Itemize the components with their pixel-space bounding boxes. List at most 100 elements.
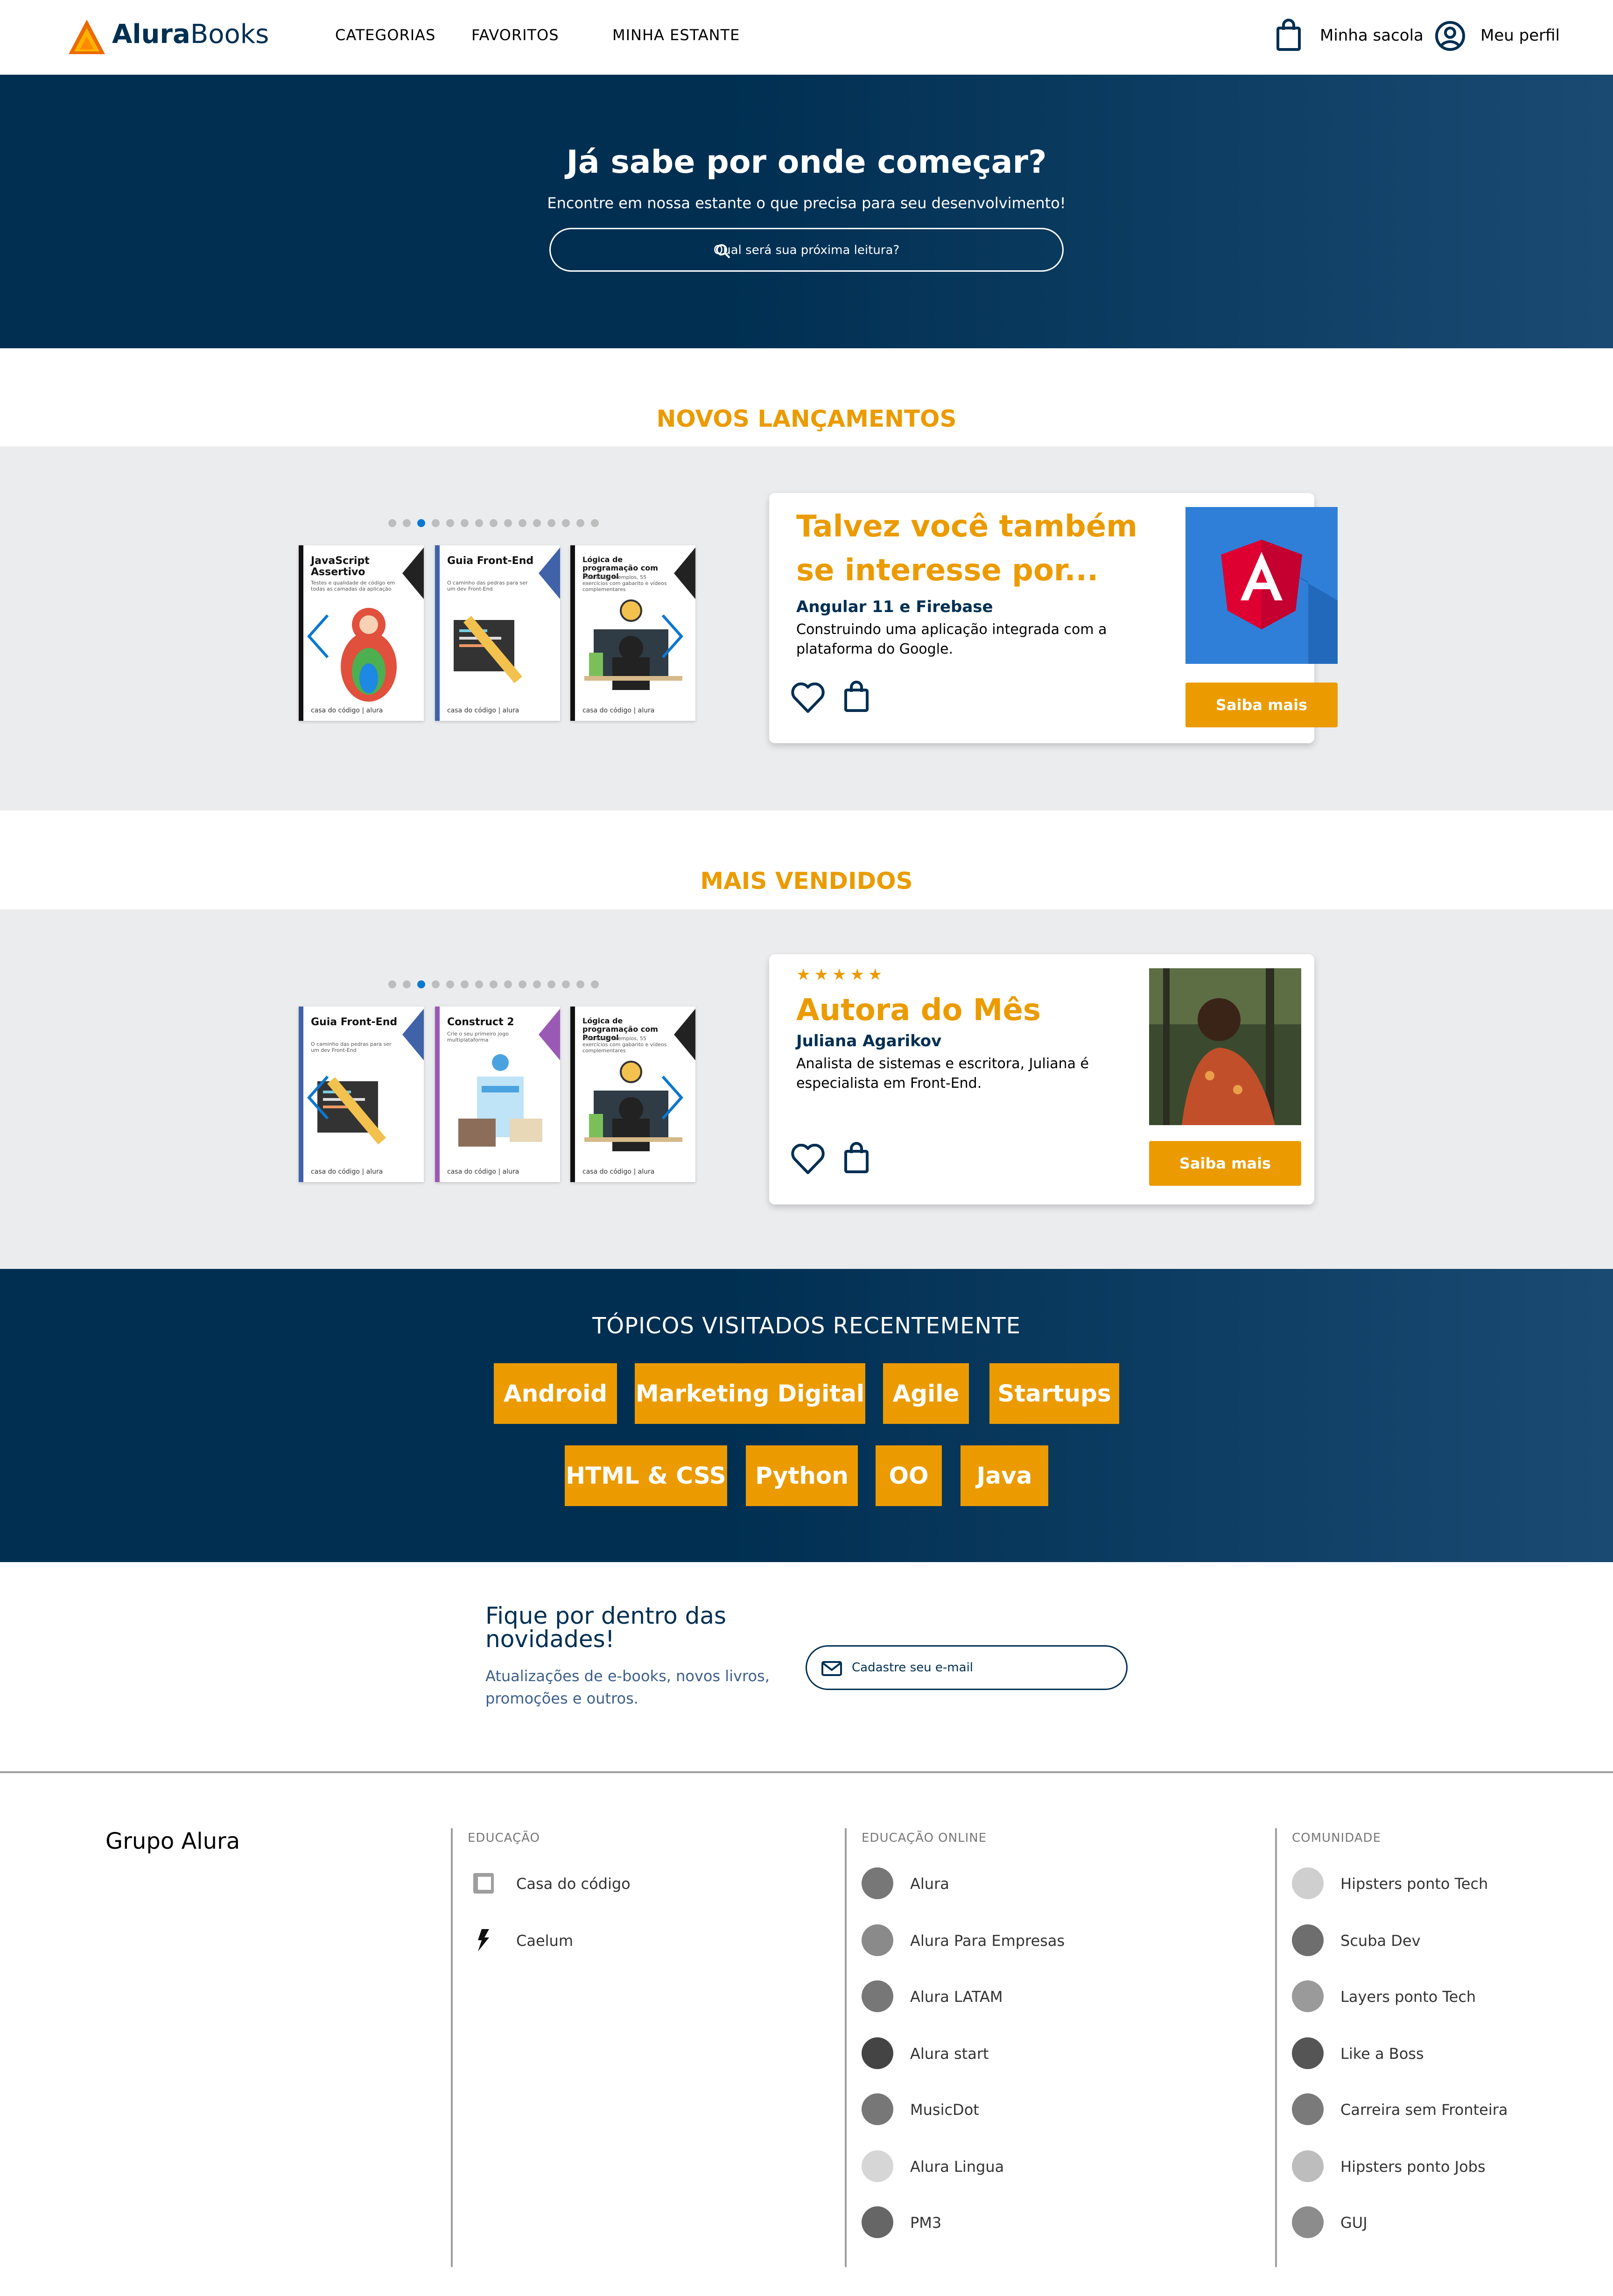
topic-tag[interactable]: Startups bbox=[989, 1363, 1119, 1424]
carousel-dot[interactable] bbox=[432, 980, 440, 988]
carousel-dot[interactable] bbox=[446, 519, 454, 527]
book-title: Construct 2 bbox=[447, 1016, 514, 1028]
topic-tag[interactable]: Java bbox=[961, 1445, 1048, 1506]
carousel-dot[interactable] bbox=[533, 519, 541, 527]
carousel-dot[interactable] bbox=[562, 980, 570, 988]
author-name: Juliana Agarikov bbox=[796, 1032, 942, 1050]
rating-stars-icon: ★★★★★ bbox=[796, 965, 886, 984]
newsletter-email-input[interactable]: Cadastre seu e-mail bbox=[806, 1645, 1128, 1690]
carousel-dot[interactable] bbox=[446, 980, 454, 988]
vendidos-carousel-dots[interactable] bbox=[388, 980, 599, 988]
hero-search-input[interactable]: Qual será sua próxima leitura? bbox=[549, 228, 1064, 272]
bag-link[interactable]: Minha sacola bbox=[1320, 26, 1424, 45]
shopping-bag-icon[interactable] bbox=[1276, 19, 1301, 51]
footer-heading-comunidade: COMUNIDADE bbox=[1292, 1831, 1381, 1845]
saiba-mais-button[interactable]: Saiba mais bbox=[1149, 1141, 1301, 1186]
alura-start-icon bbox=[862, 2037, 893, 2069]
chevron-right-icon[interactable] bbox=[658, 611, 686, 662]
angular-cover-image[interactable] bbox=[1185, 507, 1338, 664]
alura-lingua-icon bbox=[862, 2150, 893, 2182]
carousel-dot-active[interactable] bbox=[417, 519, 425, 527]
topic-tag[interactable]: OO bbox=[876, 1445, 942, 1506]
footer-link-label: Alura Para Empresas bbox=[910, 1932, 1065, 1950]
carousel-dot[interactable] bbox=[519, 980, 526, 988]
carousel-dot[interactable] bbox=[533, 980, 541, 988]
carousel-dot[interactable] bbox=[490, 980, 498, 988]
topic-tag[interactable]: Android bbox=[494, 1363, 617, 1424]
card-book-description: Construindo uma aplicação integrada com … bbox=[796, 621, 1107, 657]
logo-wordmark[interactable]: AluraBooks bbox=[112, 18, 269, 51]
matryoshka-illustration-icon bbox=[341, 608, 397, 702]
profile-link[interactable]: Meu perfil bbox=[1480, 26, 1560, 45]
heart-icon[interactable] bbox=[791, 1144, 825, 1176]
hipsters-tech-icon bbox=[1292, 1867, 1324, 1899]
nav-minha-estante[interactable]: MINHA ESTANTE bbox=[612, 26, 740, 44]
scuba-dev-icon bbox=[1292, 1924, 1324, 1956]
book-publisher: casa do código | alura bbox=[582, 707, 655, 714]
code-screen-illustration-icon bbox=[454, 616, 523, 683]
author-description: Analista de sistemas e escritora, Julian… bbox=[796, 1056, 1089, 1092]
hero-title: Já sabe por onde começar? bbox=[566, 144, 1047, 181]
footer-link-label: Alura start bbox=[910, 2045, 989, 2063]
footer-divider bbox=[0, 1771, 1613, 1773]
saiba-mais-button[interactable]: Saiba mais bbox=[1185, 683, 1338, 727]
footer-link-label: PM3 bbox=[910, 2214, 942, 2232]
carousel-dot[interactable] bbox=[475, 980, 483, 988]
carousel-dot[interactable] bbox=[432, 519, 440, 527]
chevron-right-icon[interactable] bbox=[658, 1072, 686, 1123]
carousel-dot[interactable] bbox=[591, 980, 599, 988]
footer-link-label: Carreira sem Fronteira bbox=[1340, 2101, 1508, 2119]
carousel-dot[interactable] bbox=[475, 519, 483, 527]
add-to-bag-icon[interactable] bbox=[844, 1142, 869, 1174]
alura-icon bbox=[862, 1867, 893, 1899]
carousel-dot-active[interactable] bbox=[417, 980, 425, 988]
carousel-dot[interactable] bbox=[547, 980, 555, 988]
chevron-left-icon[interactable] bbox=[304, 1072, 332, 1123]
book-cover-guia-front-end[interactable]: Guia Front-End O caminho das pedras para… bbox=[435, 545, 560, 721]
add-to-bag-icon[interactable] bbox=[844, 681, 869, 712]
nav-favoritos[interactable]: FAVORITOS bbox=[471, 26, 559, 44]
chevron-left-icon[interactable] bbox=[304, 611, 332, 662]
profile-icon[interactable] bbox=[1435, 21, 1466, 51]
casa-do-codigo-icon bbox=[473, 1873, 494, 1894]
card-title-line2: se interesse por... bbox=[796, 553, 1099, 588]
book-publisher: casa do código | alura bbox=[582, 1168, 655, 1176]
footer-link-label: Alura LATAM bbox=[910, 1988, 1003, 2006]
carousel-dot[interactable] bbox=[519, 519, 526, 527]
carousel-dot[interactable] bbox=[490, 519, 498, 527]
carousel-dot[interactable] bbox=[547, 519, 555, 527]
carousel-dot[interactable] bbox=[461, 519, 469, 527]
book-cover-construct-2[interactable]: Construct 2 Crie o seu primeiro jogo mul… bbox=[435, 1007, 560, 1182]
nav-categorias[interactable]: CATEGORIAS bbox=[335, 26, 435, 44]
carousel-dot[interactable] bbox=[576, 519, 584, 527]
topic-tag[interactable]: Python bbox=[746, 1445, 858, 1506]
mail-icon bbox=[821, 1661, 842, 1676]
novos-lancamentos-heading: NOVOS LANÇAMENTOS bbox=[656, 405, 957, 432]
carousel-dot[interactable] bbox=[403, 980, 411, 988]
column-divider bbox=[1275, 1828, 1277, 2267]
carousel-dot[interactable] bbox=[562, 519, 570, 527]
carousel-dot[interactable] bbox=[388, 980, 396, 988]
alurabooks-logo-icon[interactable] bbox=[68, 18, 106, 56]
carousel-dot[interactable] bbox=[461, 980, 469, 988]
book-publisher: casa do código | alura bbox=[311, 707, 383, 714]
carousel-dot[interactable] bbox=[403, 519, 411, 527]
heart-icon[interactable] bbox=[791, 683, 825, 714]
carousel-dot[interactable] bbox=[504, 519, 512, 527]
recommendation-card: Talvez você também se interesse por... A… bbox=[769, 493, 1338, 743]
topic-tag[interactable]: HTML & CSS bbox=[565, 1445, 727, 1506]
footer-link-label: Alura bbox=[910, 1875, 949, 1893]
carousel-dot[interactable] bbox=[591, 519, 599, 527]
author-photo[interactable] bbox=[1149, 968, 1301, 1125]
alura-empresas-icon bbox=[862, 1924, 893, 1956]
newsletter-description: Atualizações de e-books, novos livros, p… bbox=[485, 1667, 770, 1707]
topic-tag[interactable]: Agile bbox=[883, 1363, 969, 1424]
carousel-dot[interactable] bbox=[576, 980, 584, 988]
card-title-line1: Talvez você também bbox=[796, 509, 1137, 544]
carousel-dot[interactable] bbox=[504, 980, 512, 988]
alura-latam-icon bbox=[862, 1980, 893, 2012]
carousel-dot[interactable] bbox=[388, 519, 396, 527]
novos-carousel-dots[interactable] bbox=[388, 519, 599, 527]
hero-banner: Já sabe por onde começar? Encontre em no… bbox=[0, 75, 1613, 348]
topic-tag[interactable]: Marketing Digital bbox=[635, 1363, 865, 1424]
